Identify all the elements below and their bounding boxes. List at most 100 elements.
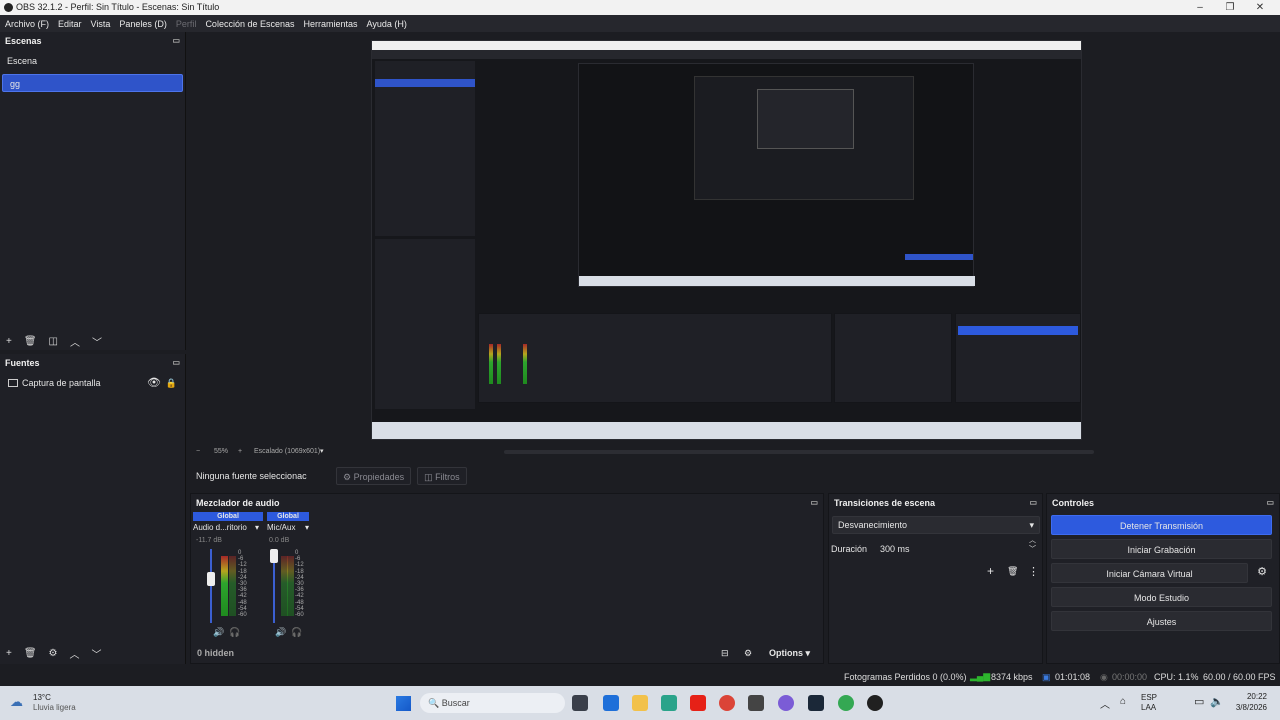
volume-slider-track[interactable]	[210, 549, 212, 623]
app-icon[interactable]	[748, 695, 764, 711]
chrome-alt-icon[interactable]	[838, 695, 854, 711]
menu-paneles[interactable]: Paneles (D)	[119, 19, 167, 29]
move-down-icon[interactable]: ﹀	[92, 646, 102, 661]
dock-float-icon[interactable]: ▭	[1266, 494, 1274, 512]
monitor-headphones-icon[interactable]: 🎧	[229, 627, 240, 638]
weather-desc[interactable]: Lluvia ligera	[33, 703, 76, 712]
clock-time[interactable]: 20:22	[1217, 692, 1267, 701]
menu-vista[interactable]: Vista	[91, 19, 111, 29]
add-source-icon[interactable]: +	[6, 648, 12, 659]
taskbar-search[interactable]: 🔍 Buscar	[420, 693, 565, 713]
weather-cloud-icon[interactable]: ☁	[10, 694, 23, 710]
record-icon: ◉	[1100, 672, 1108, 682]
settings-button[interactable]: Ajustes	[1051, 611, 1272, 631]
virtualcam-settings-gear-icon[interactable]: ⚙	[1252, 565, 1272, 581]
advanced-audio-icon[interactable]: ⚙	[744, 648, 752, 659]
dock-float-icon[interactable]: ▭	[172, 32, 180, 50]
minimize-button[interactable]: –	[1185, 0, 1215, 15]
properties-button-label: Propiedades	[353, 472, 405, 482]
scaling-dropdown-icon[interactable]: ▾	[320, 447, 324, 455]
dock-float-icon[interactable]: ▭	[810, 494, 818, 512]
scene-item-selected[interactable]: gg	[2, 74, 183, 92]
mixer-layout-icon[interactable]: ⊟	[721, 648, 729, 659]
visibility-eye-icon[interactable]: 👁	[147, 374, 161, 392]
options-menu[interactable]: Options ▾	[769, 648, 810, 659]
menu-herramientas[interactable]: Herramientas	[304, 19, 358, 29]
lock-icon[interactable]: 🔒	[166, 374, 177, 392]
obs-taskbar-icon[interactable]	[867, 695, 883, 711]
menu-coleccion-escenas[interactable]: Colección de Escenas	[205, 19, 294, 29]
studio-mode-button[interactable]: Modo Estudio	[1051, 587, 1272, 607]
capture-menubar	[372, 50, 1081, 59]
preview-scrollbar[interactable]	[504, 450, 1094, 454]
capture-meter	[489, 344, 493, 384]
move-down-icon[interactable]: ﹀	[92, 334, 102, 349]
start-virtualcam-button[interactable]: Iniciar Cámara Virtual	[1051, 563, 1248, 583]
stop-streaming-button[interactable]: Detener Transmisión	[1051, 515, 1272, 535]
keyboard-layout[interactable]: LAA	[1141, 703, 1156, 712]
task-view-icon[interactable]	[572, 695, 588, 711]
menu-editar[interactable]: Editar	[58, 19, 82, 29]
start-recording-button[interactable]: Iniciar Grabación	[1051, 539, 1272, 559]
transition-more-icon[interactable]: ⋮	[1028, 565, 1039, 578]
maximize-button[interactable]: ❐	[1215, 0, 1245, 15]
add-scene-icon[interactable]: +	[6, 336, 12, 347]
close-button[interactable]: ✕	[1245, 0, 1275, 15]
add-transition-icon[interactable]: +	[987, 564, 994, 578]
edge-icon[interactable]	[661, 695, 677, 711]
remove-scene-icon[interactable]: 🗑	[24, 336, 37, 347]
stream-icon: ▣	[1042, 672, 1051, 682]
source-settings-icon[interactable]: ⚙	[49, 648, 58, 659]
mute-speaker-icon[interactable]: 🔊	[213, 627, 224, 638]
volume-slider-handle[interactable]	[207, 572, 215, 586]
menu-perfil[interactable]: Perfil	[176, 19, 197, 29]
remove-transition-icon[interactable]: 🗑	[1007, 566, 1018, 577]
volume-slider-handle[interactable]	[270, 549, 278, 563]
menu-ayuda[interactable]: Ayuda (H)	[367, 19, 407, 29]
record-time: 00:00:00	[1112, 672, 1148, 682]
scene-item[interactable]: Escena	[0, 52, 185, 70]
file-explorer-icon[interactable]	[632, 695, 648, 711]
tray-chevron-icon[interactable]: ︿	[1100, 696, 1110, 711]
store-icon[interactable]	[603, 695, 619, 711]
channel-menu-icon[interactable]: ▾	[255, 523, 259, 532]
windows-start-icon[interactable]	[396, 696, 411, 711]
preview-canvas[interactable]	[371, 40, 1082, 440]
duration-spinbox[interactable]: 300 ms ︿ ﹀	[875, 537, 1040, 558]
audio-meter	[287, 556, 294, 616]
window-title: OBS 32.1.2 - Perfil: Sin Título - Escena…	[16, 2, 220, 12]
source-item[interactable]: Captura de pantalla 👁 🔒	[0, 374, 185, 392]
move-up-icon[interactable]: ︿	[70, 334, 80, 349]
network-icon[interactable]: ⌂	[1120, 696, 1126, 707]
chrome-icon[interactable]	[719, 695, 735, 711]
search-icon: 🔍	[428, 698, 442, 708]
clock-date[interactable]: 3/8/2026	[1217, 703, 1267, 712]
discord-icon[interactable]	[778, 695, 794, 711]
move-up-icon[interactable]: ︿	[70, 646, 80, 661]
transition-select[interactable]: Desvanecimiento ▾	[832, 516, 1040, 534]
menu-archivo[interactable]: Archivo (F)	[5, 19, 49, 29]
filters-button[interactable]: ◫ Filtros	[417, 467, 467, 485]
scaling-label[interactable]: Escalado (1069x601)	[254, 448, 320, 455]
wifi-icon[interactable]: ▭	[1194, 695, 1204, 708]
weather-temp[interactable]: 13°C	[33, 693, 51, 702]
zoom-in-icon[interactable]: +	[238, 448, 242, 455]
monitor-headphones-icon[interactable]: 🎧	[291, 627, 302, 638]
dock-float-icon[interactable]: ▭	[1029, 494, 1037, 512]
mute-speaker-icon[interactable]: 🔊	[275, 627, 286, 638]
hidden-count[interactable]: 0 hidden	[197, 648, 234, 658]
zoom-out-icon[interactable]: −	[196, 448, 200, 455]
remove-source-icon[interactable]: 🗑	[24, 648, 37, 659]
preview-toolbar: − 55% + Escalado (1069x601) ▾	[192, 446, 1094, 459]
language-code[interactable]: ESP	[1141, 693, 1157, 702]
no-source-label: Ninguna fuente seleccionac	[196, 471, 307, 481]
steam-icon[interactable]	[808, 695, 824, 711]
dock-float-icon[interactable]: ▭	[172, 354, 180, 372]
connection-bars-icon: ▂▄▆	[970, 671, 991, 681]
spin-arrows-icon[interactable]: ︿ ﹀	[1029, 536, 1036, 554]
properties-button[interactable]: ⚙ Propiedades	[336, 467, 412, 485]
scenes-dock: Escenas ▭ Escena gg + 🗑 ◫ ︿ ﹀	[0, 32, 186, 350]
scene-filters-icon[interactable]: ◫	[49, 336, 58, 347]
youtube-icon[interactable]	[690, 695, 706, 711]
channel-menu-icon[interactable]: ▾	[305, 523, 309, 532]
